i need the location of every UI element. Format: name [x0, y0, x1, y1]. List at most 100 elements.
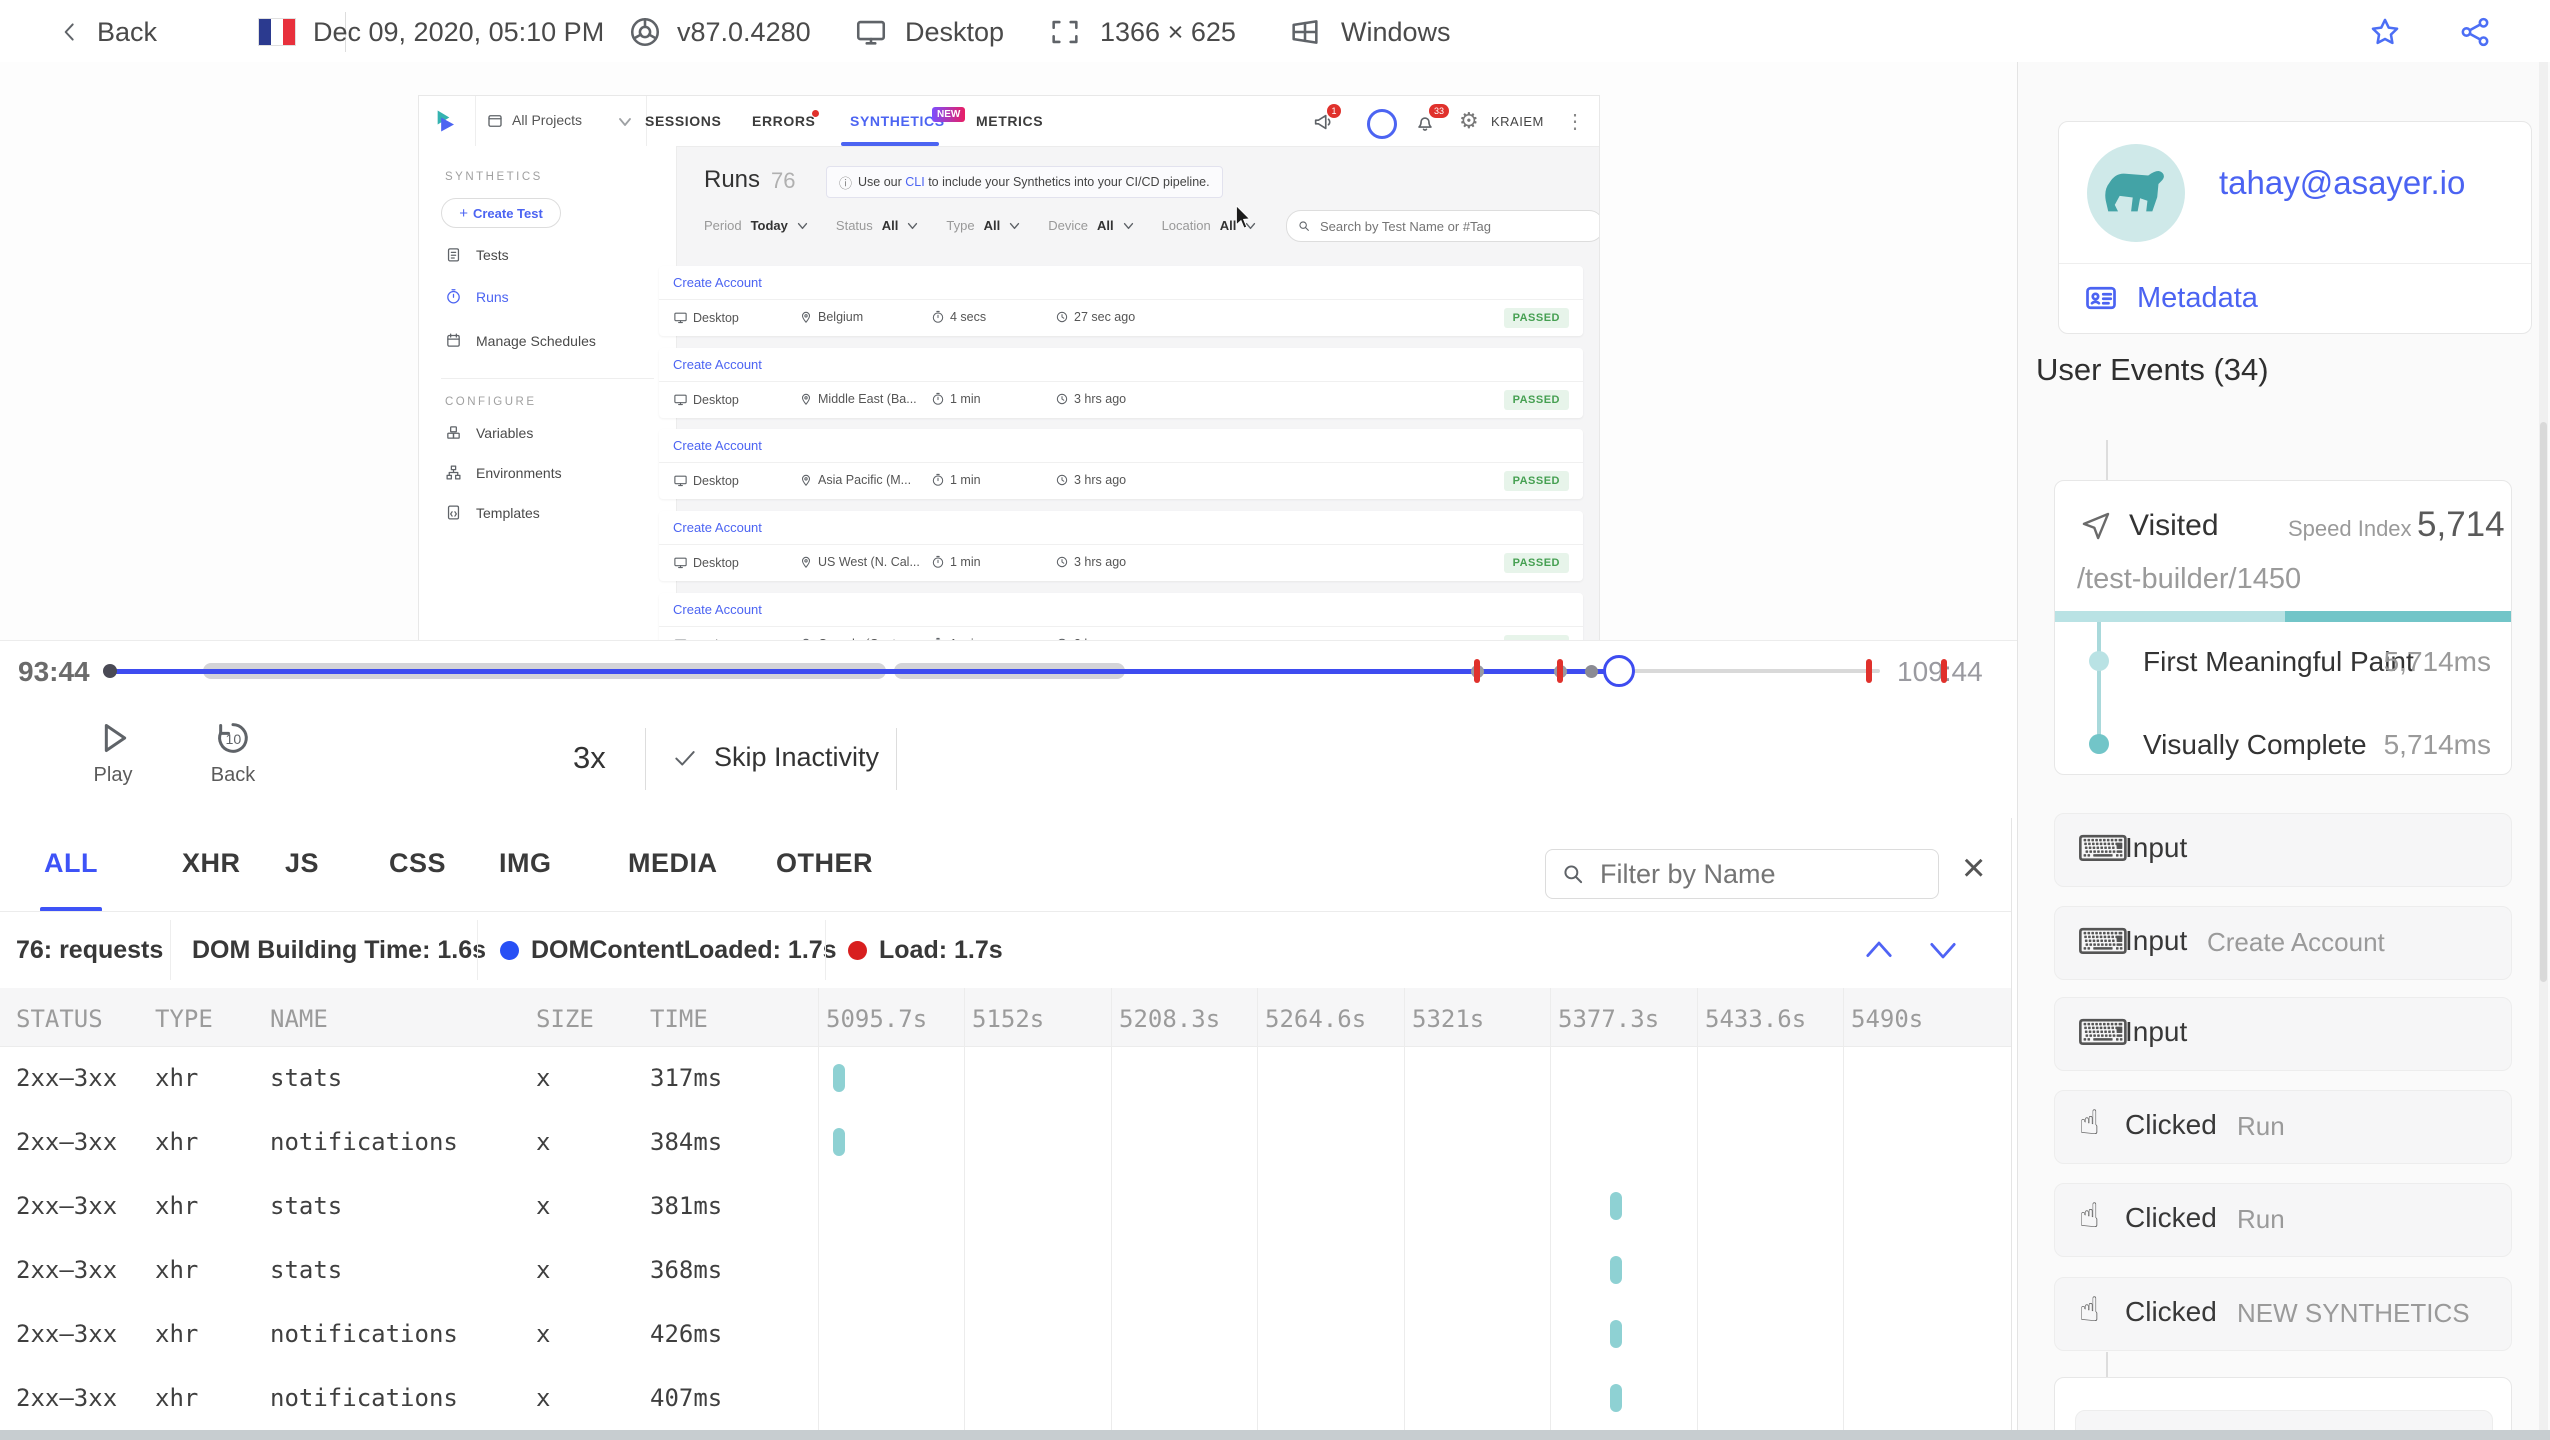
back-10s-button[interactable]: 10 Back: [195, 718, 271, 787]
back-button[interactable]: Back: [57, 12, 157, 52]
network-tab-js[interactable]: JS: [285, 848, 319, 879]
app-user-name[interactable]: KRAIEM: [1491, 114, 1544, 129]
sidebar-item-tests[interactable]: Tests: [445, 246, 509, 263]
network-row[interactable]: 2xx–3xx xhr notifications x 384ms: [0, 1110, 2011, 1174]
filter-device[interactable]: Device All: [1048, 218, 1133, 233]
error-marker[interactable]: [1557, 659, 1563, 683]
app-tab-metrics[interactable]: METRICS: [976, 113, 1043, 129]
close-panel-icon[interactable]: ×: [1962, 848, 1985, 888]
project-selector-label: All Projects: [512, 112, 583, 128]
network-row[interactable]: 2xx–3xx xhr stats x 368ms: [0, 1238, 2011, 1302]
network-row[interactable]: 2xx–3xx xhr stats x 317ms: [0, 1046, 2011, 1110]
run-duration: 1 min: [931, 473, 981, 487]
filter-status[interactable]: Status All: [836, 218, 918, 233]
kebab-menu-icon[interactable]: ⋮: [1565, 109, 1585, 134]
network-tab-all[interactable]: ALL: [44, 848, 98, 879]
run-card[interactable]: Create Account Desktop Asia Pacific (M..…: [659, 429, 1583, 499]
project-selector[interactable]: All Projects: [475, 96, 647, 146]
run-name[interactable]: Create Account: [673, 275, 762, 290]
run-name[interactable]: Create Account: [673, 438, 762, 453]
app-tab-errors[interactable]: ERRORS: [752, 113, 816, 129]
playhead[interactable]: [1603, 655, 1635, 687]
share-icon[interactable]: [2458, 15, 2492, 49]
network-row[interactable]: 2xx–3xx xhr stats x 381ms: [0, 1174, 2011, 1238]
error-marker[interactable]: [1866, 659, 1872, 683]
network-tab-media[interactable]: MEDIA: [628, 848, 718, 879]
event-connector: [2106, 1352, 2108, 1377]
sidebar-scrollbar-track[interactable]: [2539, 62, 2548, 1430]
run-card[interactable]: Create Account Desktop Canada (Centra...…: [659, 593, 1583, 640]
run-age: 3 hrs ago: [1055, 555, 1126, 569]
playback-timeline[interactable]: 93:44 109:44: [0, 640, 2017, 701]
gear-icon[interactable]: ⚙: [1459, 108, 1479, 134]
create-test-button[interactable]: + Create Test: [441, 198, 561, 228]
network-panel: ALL XHR JS CSS IMG MEDIA OTHER × 76: req…: [0, 818, 2012, 1430]
filter-period[interactable]: Period Today: [704, 218, 808, 233]
sidebar-item-runs[interactable]: Runs: [445, 288, 509, 305]
app-tab-synthetics[interactable]: SYNTHETICS: [850, 113, 945, 129]
play-button[interactable]: Play: [75, 718, 151, 787]
jump-up-icon[interactable]: [1862, 936, 1896, 964]
bottom-scrollbar[interactable]: [0, 1430, 2550, 1440]
timeline-start-dot: [103, 664, 117, 678]
sidebar-item-templates[interactable]: Templates: [445, 504, 540, 521]
user-email-link[interactable]: tahay@asayer.io: [2219, 164, 2465, 202]
event-item-clicked[interactable]: ☝ Clicked NEW SYNTHETICS: [2054, 1277, 2512, 1351]
back-label: Back: [97, 16, 158, 47]
col-tick: 5095.7s: [826, 1005, 928, 1033]
waterfall-bar: [833, 1128, 845, 1156]
speed-toggle[interactable]: 3x: [573, 740, 606, 776]
run-location: US West (N. Cal...: [799, 555, 920, 569]
sidebar-item-manage-schedules[interactable]: Manage Schedules: [445, 332, 596, 349]
event-item-clicked[interactable]: ☝ Clicked Run: [2054, 1090, 2512, 1164]
user-events-title: User Events (34): [2036, 352, 2269, 387]
sidebar-item-environments[interactable]: Environments: [445, 464, 562, 481]
network-filter-input[interactable]: [1598, 857, 1922, 891]
network-row[interactable]: 2xx–3xx xhr notifications x 426ms: [0, 1302, 2011, 1366]
waterfall-bar: [1610, 1256, 1622, 1284]
cli-link[interactable]: CLI: [905, 175, 924, 189]
event-item-input[interactable]: ⌨ Input: [2054, 997, 2512, 1071]
run-card[interactable]: Create Account Desktop Belgium 4 secs 27…: [659, 266, 1583, 336]
run-location: Belgium: [799, 310, 863, 324]
runs-search-input[interactable]: [1318, 217, 1562, 235]
runs-search[interactable]: [1286, 210, 1599, 242]
sidebar-item-variables[interactable]: Variables: [445, 424, 533, 441]
avatar: [2087, 144, 2185, 242]
event-item-input[interactable]: ⌨ Input: [2054, 813, 2512, 887]
run-card[interactable]: Create Account Desktop Middle East (Ba..…: [659, 348, 1583, 418]
run-name[interactable]: Create Account: [673, 602, 762, 617]
jump-down-icon[interactable]: [1926, 936, 1960, 964]
network-tab-css[interactable]: CSS: [389, 848, 446, 879]
plus-icon: +: [459, 204, 468, 222]
app-logo-icon: [437, 110, 454, 132]
visited-event-card[interactable]: Visited Speed Index 5,714 /test-builder/…: [2054, 480, 2512, 775]
timeline-remaining: [1618, 669, 1880, 673]
stopwatch-icon: [932, 555, 944, 568]
filter-type[interactable]: Type All: [946, 218, 1020, 233]
event-item[interactable]: [2075, 1410, 2493, 1430]
event-value: NEW SYNTHETICS: [2237, 1298, 2470, 1328]
network-tab-other[interactable]: OTHER: [776, 848, 873, 879]
stopwatch-icon: [932, 392, 944, 405]
sidebar-scrollbar-thumb[interactable]: [2540, 422, 2547, 982]
metadata-button[interactable]: Metadata: [2083, 280, 2258, 316]
stopwatch-icon: [932, 473, 944, 486]
run-name[interactable]: Create Account: [673, 520, 762, 535]
error-marker[interactable]: [1474, 659, 1480, 683]
network-row[interactable]: 2xx–3xx xhr notifications x 407ms: [0, 1366, 2011, 1430]
run-card[interactable]: Create Account Desktop US West (N. Cal..…: [659, 511, 1583, 581]
skip-inactivity-toggle[interactable]: Skip Inactivity: [672, 742, 879, 773]
network-filter[interactable]: [1545, 849, 1939, 899]
app-tab-sessions[interactable]: SESSIONS: [645, 113, 721, 129]
event-item-clicked[interactable]: ☝ Clicked Run: [2054, 1183, 2512, 1257]
app-sidebar: SYNTHETICS + Create Test Tests Runs Mana…: [419, 146, 677, 640]
network-meta-row: 76: requests DOM Building Time: 1.6s DOM…: [0, 912, 2011, 989]
network-tab-xhr[interactable]: XHR: [182, 848, 241, 879]
network-tab-img[interactable]: IMG: [499, 848, 552, 879]
favorite-star-icon[interactable]: [2368, 15, 2402, 49]
col-size: SIZE: [536, 1005, 594, 1033]
event-item-input[interactable]: ⌨ Input Create Account: [2054, 906, 2512, 980]
domcontentloaded: DOMContentLoaded: 1.7s: [500, 912, 837, 988]
run-name[interactable]: Create Account: [673, 357, 762, 372]
